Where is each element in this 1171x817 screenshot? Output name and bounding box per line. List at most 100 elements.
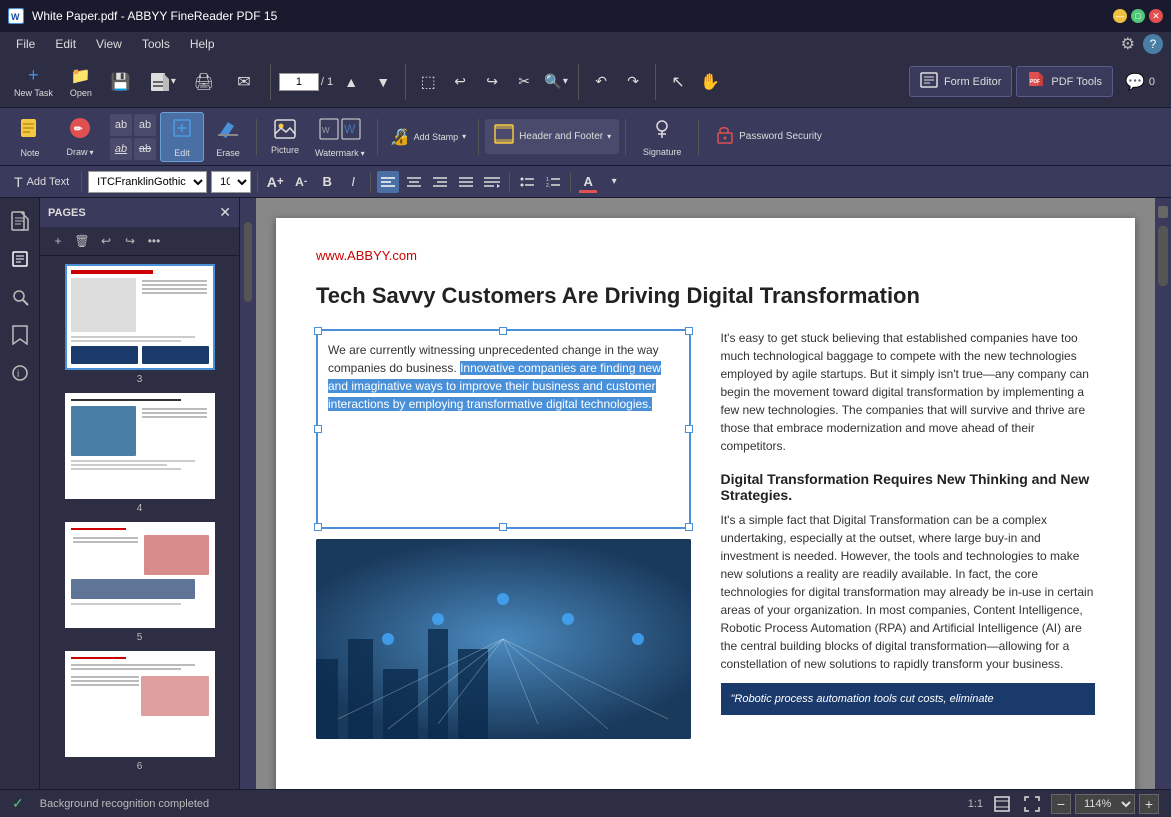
redo-button[interactable]: ↷: [619, 68, 647, 96]
page-down-button[interactable]: ▼: [369, 68, 397, 96]
text-color-dropdown[interactable]: ▾: [603, 171, 625, 193]
handle-bm[interactable]: [499, 523, 507, 531]
font-select[interactable]: ITCFranklinGothic: [88, 171, 207, 193]
save-as-icon: ▾: [149, 71, 176, 93]
save-as-button[interactable]: ▾: [143, 60, 182, 104]
pdf-tools-button[interactable]: PDF PDF Tools: [1016, 66, 1113, 97]
menu-help[interactable]: Help: [182, 35, 223, 53]
rotate-right-page[interactable]: ↪: [120, 231, 140, 251]
main-area: i PAGES ✕ + 🗑 ↩ ↪ •••: [0, 198, 1171, 789]
messages-button[interactable]: 💬 0: [1117, 68, 1163, 96]
rotate-ccw-button[interactable]: ↩: [446, 68, 474, 96]
menu-view[interactable]: View: [88, 35, 130, 53]
bullet-list-button[interactable]: [516, 171, 538, 193]
new-task-button[interactable]: + New Task: [8, 60, 59, 104]
email-button[interactable]: ✉: [226, 60, 262, 104]
add-text-button[interactable]: T Add Text: [8, 172, 75, 192]
save-button[interactable]: 💾: [103, 60, 139, 104]
zoom-out-button[interactable]: −: [1051, 794, 1071, 814]
justify-all-button[interactable]: [481, 171, 503, 193]
header-footer-button[interactable]: Header and Footer ▾: [485, 119, 619, 154]
watermark-tool[interactable]: W W Watermark ▾: [309, 112, 371, 162]
cursor-button[interactable]: ↖: [664, 68, 692, 96]
zoom-in-button[interactable]: +: [1139, 794, 1159, 814]
page-thumb-4[interactable]: 4: [48, 393, 231, 514]
pages-close-button[interactable]: ✕: [219, 204, 231, 221]
page-up-button[interactable]: ▲: [337, 68, 365, 96]
draw-tool[interactable]: ✏ Draw ▾: [54, 112, 106, 162]
close-button[interactable]: ✕: [1149, 9, 1163, 23]
text-style-4[interactable]: ab: [134, 138, 156, 160]
page-thumb-5[interactable]: 5: [48, 522, 231, 643]
rotate-cw-button[interactable]: ↪: [478, 68, 506, 96]
bookmark-icon[interactable]: [5, 320, 35, 350]
edit-tool[interactable]: Edit: [160, 112, 204, 162]
page-image-4: [65, 393, 215, 499]
text-style-1[interactable]: ab: [110, 114, 132, 136]
text-style-3[interactable]: ab: [110, 138, 132, 160]
search-icon[interactable]: [5, 282, 35, 312]
text-box[interactable]: We are currently witnessing unprecedente…: [316, 329, 691, 529]
rotate-left-page[interactable]: ↩: [96, 231, 116, 251]
handle-br[interactable]: [685, 523, 693, 531]
numbered-list-button[interactable]: 1.2.: [542, 171, 564, 193]
justify-button[interactable]: [455, 171, 477, 193]
page-image-6: [65, 651, 215, 757]
handle-ml[interactable]: [314, 425, 322, 433]
handle-tr[interactable]: [685, 327, 693, 335]
zoom-select[interactable]: 114% 100% 75% 50%: [1075, 794, 1135, 814]
page-thumb-3[interactable]: 3: [48, 264, 231, 385]
pages-panel-icon[interactable]: [5, 244, 35, 274]
password-security-button[interactable]: Password Security: [705, 119, 830, 154]
help-icon[interactable]: ?: [1143, 34, 1163, 54]
form-editor-button[interactable]: Form Editor: [909, 66, 1012, 97]
handle-bl[interactable]: [314, 523, 322, 531]
doc-h2-right: Digital Transformation Requires New Thin…: [721, 471, 1096, 503]
zoom-dropdown-button[interactable]: 🔍▾: [542, 68, 570, 96]
align-left-button[interactable]: [377, 171, 399, 193]
menu-tools[interactable]: Tools: [134, 35, 178, 53]
add-page-button[interactable]: +: [48, 231, 68, 251]
hand-button[interactable]: ✋: [696, 68, 724, 96]
align-center-button[interactable]: [403, 171, 425, 193]
align-right-button[interactable]: [429, 171, 451, 193]
bold-button[interactable]: B: [316, 171, 338, 193]
text-color-button[interactable]: A: [577, 171, 599, 193]
window-controls[interactable]: — □ ✕: [1113, 9, 1163, 23]
menu-file[interactable]: File: [8, 35, 43, 53]
undo-button[interactable]: ↶: [587, 68, 615, 96]
minimize-button[interactable]: —: [1113, 9, 1127, 23]
note-tool[interactable]: Note: [8, 112, 52, 162]
handle-tm[interactable]: [499, 327, 507, 335]
print-button[interactable]: 🖨: [186, 60, 222, 104]
fullscreen-button[interactable]: [1021, 793, 1043, 815]
add-stamp-tool[interactable]: 🔏 Add Stamp ▾: [384, 112, 472, 162]
handle-tl[interactable]: [314, 327, 322, 335]
increase-font-button[interactable]: A+: [264, 171, 286, 193]
menu-edit[interactable]: Edit: [47, 35, 84, 53]
delete-page-button[interactable]: 🗑: [72, 231, 92, 251]
maximize-button[interactable]: □: [1131, 9, 1145, 23]
crop-button[interactable]: ✂: [510, 68, 538, 96]
main-toolbar: + New Task 📁 Open 💾 ▾ 🖨 ✉ / 1 ▲ ▼ ⬚ ↩ ↪ …: [0, 56, 1171, 108]
handle-mr[interactable]: [685, 425, 693, 433]
page-number-input[interactable]: [279, 73, 319, 91]
picture-tool[interactable]: Picture: [263, 112, 307, 162]
open-button[interactable]: 📁 Open: [63, 60, 99, 104]
menubar: File Edit View Tools Help ⚙ ?: [0, 32, 1171, 56]
decrease-font-button[interactable]: A-: [290, 171, 312, 193]
page-thumb-6[interactable]: 6: [48, 651, 231, 772]
new-doc-icon[interactable]: [5, 206, 35, 236]
text-style-2[interactable]: ab: [134, 114, 156, 136]
fit-page-button[interactable]: [991, 793, 1013, 815]
select-tool-button[interactable]: ⬚: [414, 68, 442, 96]
more-options-button[interactable]: •••: [144, 231, 164, 251]
signature-tool[interactable]: Signature: [632, 112, 692, 161]
document-scroll[interactable]: www.ABBYY.com Tech Savvy Customers Are D…: [256, 198, 1155, 789]
erase-tool[interactable]: Erase: [206, 112, 250, 162]
settings-icon[interactable]: ⚙: [1121, 34, 1135, 54]
right-scrollbar[interactable]: [1155, 198, 1171, 789]
italic-button[interactable]: I: [342, 171, 364, 193]
font-size-select[interactable]: 10: [211, 171, 251, 193]
annotations-icon[interactable]: i: [5, 358, 35, 388]
